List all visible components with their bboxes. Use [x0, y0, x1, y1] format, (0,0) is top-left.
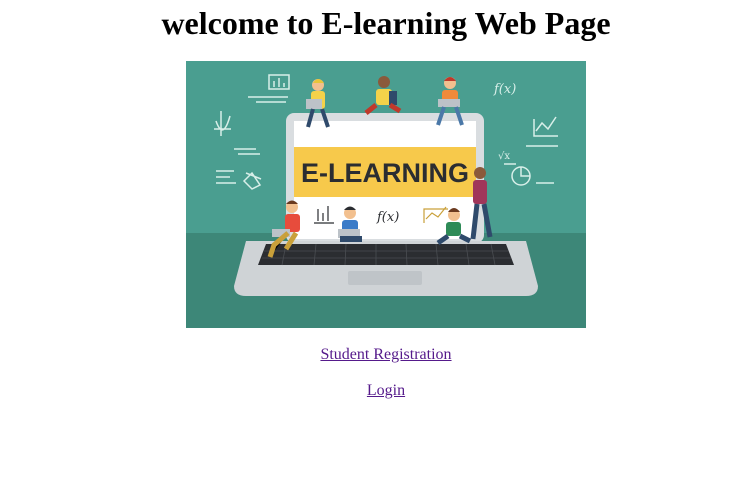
- e-learning-illustration: f(x) √x E-LEARNING f(x): [186, 61, 586, 328]
- student-registration-row: Student Registration: [0, 345, 750, 365]
- sqrt-doodle-icon: √x: [498, 151, 510, 162]
- student-registration-link[interactable]: Student Registration: [320, 346, 451, 363]
- page-title: welcome to E-learning Web Page: [161, 5, 611, 41]
- screen-fx-icon: f(x): [376, 210, 399, 225]
- e-learning-banner-text: E-LEARNING: [301, 158, 469, 188]
- fx-doodle-icon: f(x): [493, 82, 516, 97]
- e-learning-hero-image: f(x) √x E-LEARNING f(x): [186, 61, 586, 328]
- login-row: Login: [0, 381, 750, 401]
- login-link[interactable]: Login: [367, 382, 405, 399]
- laptop-trackpad: [348, 271, 422, 285]
- laptop-keyboard: [258, 244, 514, 265]
